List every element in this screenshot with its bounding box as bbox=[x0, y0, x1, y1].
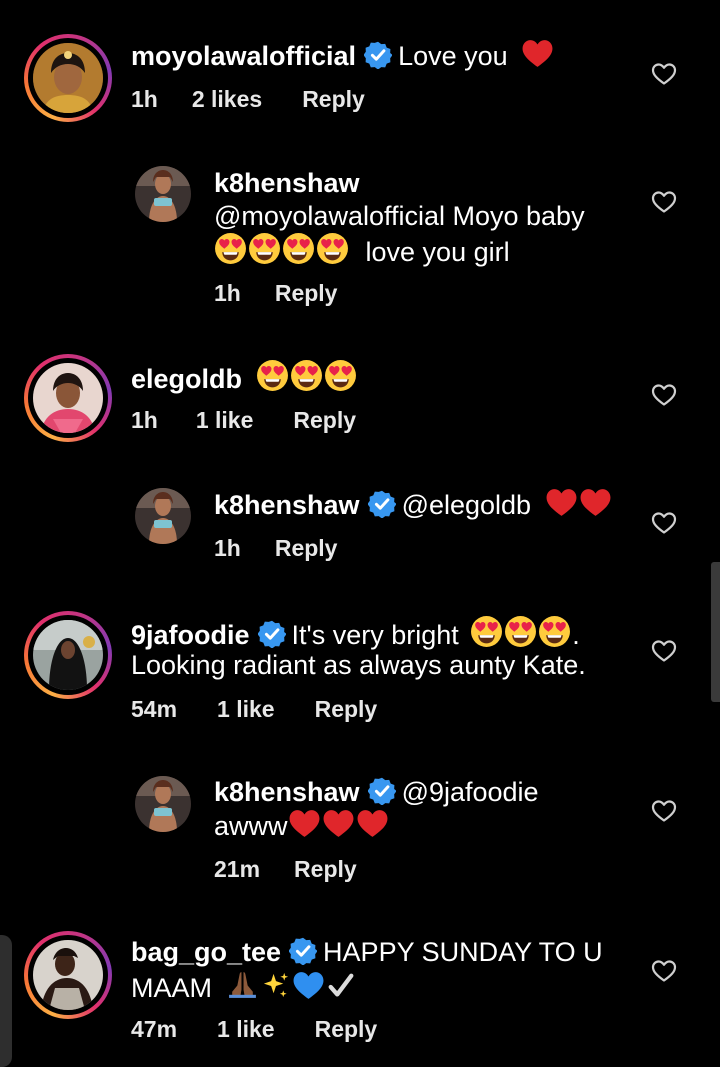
comment-time: 47m bbox=[131, 1016, 178, 1042]
likes-count[interactable]: 1 like bbox=[196, 407, 254, 434]
reply-button[interactable]: Reply bbox=[293, 407, 356, 434]
comment-text-period: . bbox=[572, 620, 580, 650]
avatar bbox=[33, 43, 103, 113]
heart-eyes-emoji-icon bbox=[470, 615, 503, 648]
comment-time: 1h bbox=[214, 280, 241, 306]
username[interactable]: k8henshaw bbox=[214, 777, 360, 807]
likes-count[interactable]: 1 like bbox=[217, 696, 275, 723]
verified-badge-icon bbox=[258, 620, 286, 648]
heart-eyes-emoji-icon bbox=[248, 232, 281, 265]
red-heart-emoji-icon bbox=[579, 487, 612, 518]
sparkles-emoji-icon bbox=[260, 970, 291, 1001]
back-gesture-edge[interactable] bbox=[0, 935, 12, 1067]
reply-button[interactable]: Reply bbox=[302, 86, 365, 113]
heart-eyes-emoji-icon bbox=[504, 615, 537, 648]
avatar-story-ring[interactable] bbox=[24, 931, 112, 1019]
avatar bbox=[33, 620, 103, 690]
username[interactable]: 9jafoodie bbox=[131, 620, 250, 650]
red-heart-emoji-icon bbox=[545, 487, 578, 518]
username[interactable]: bag_go_tee bbox=[131, 937, 281, 967]
red-heart-emoji-icon bbox=[322, 808, 355, 839]
likes-count[interactable]: 2 likes bbox=[192, 86, 262, 113]
heart-eyes-emoji-icon bbox=[256, 359, 289, 392]
reply-button[interactable]: Reply bbox=[294, 856, 357, 883]
comment-time: 21m bbox=[214, 856, 261, 882]
avatar[interactable] bbox=[135, 488, 191, 544]
verified-badge-icon bbox=[364, 41, 392, 69]
like-heart-icon[interactable] bbox=[651, 959, 677, 983]
comment-text-line2: love you girl bbox=[365, 237, 510, 267]
reply-button[interactable]: Reply bbox=[275, 280, 338, 307]
avatar bbox=[33, 363, 103, 433]
red-heart-emoji-icon bbox=[288, 808, 321, 839]
heart-eyes-emoji-icon bbox=[316, 232, 349, 265]
avatar-story-ring[interactable] bbox=[24, 611, 112, 699]
comment-time: 1h bbox=[131, 407, 158, 433]
comment-text-line2: MAAM bbox=[131, 973, 212, 1003]
avatar-story-ring[interactable] bbox=[24, 34, 112, 122]
reply-button[interactable]: Reply bbox=[315, 1016, 378, 1043]
heart-eyes-emoji-icon bbox=[324, 359, 357, 392]
username[interactable]: k8henshaw bbox=[214, 168, 360, 198]
comment-text-line2: awww bbox=[214, 811, 288, 841]
heart-eyes-emoji-icon bbox=[282, 232, 315, 265]
like-heart-icon[interactable] bbox=[651, 383, 677, 407]
comment-time: 1h bbox=[131, 86, 158, 112]
avatar bbox=[33, 940, 103, 1010]
scrollbar-thumb[interactable] bbox=[711, 562, 720, 702]
comment-text: @elegoldb bbox=[401, 490, 532, 520]
red-heart-emoji-icon bbox=[521, 38, 554, 69]
comment-text-line2: Looking radiant as always aunty Kate. bbox=[131, 650, 586, 680]
heart-eyes-emoji-icon bbox=[538, 615, 571, 648]
heart-eyes-emoji-icon bbox=[214, 232, 247, 265]
username[interactable]: elegoldb bbox=[131, 364, 242, 394]
comment-text: HAPPY SUNDAY TO U bbox=[323, 937, 603, 967]
likes-count[interactable]: 1 like bbox=[217, 1016, 275, 1043]
comment-text-line1: @moyolawalofficial Moyo baby bbox=[214, 201, 585, 231]
username[interactable]: k8henshaw bbox=[214, 490, 360, 520]
like-heart-icon[interactable] bbox=[651, 511, 677, 535]
avatar[interactable] bbox=[135, 166, 191, 222]
reply-button[interactable]: Reply bbox=[275, 535, 338, 562]
verified-badge-icon bbox=[368, 777, 396, 805]
like-heart-icon[interactable] bbox=[651, 799, 677, 823]
username[interactable]: moyolawalofficial bbox=[131, 41, 356, 71]
verified-badge-icon bbox=[368, 490, 396, 518]
like-heart-icon[interactable] bbox=[651, 62, 677, 86]
avatar-story-ring[interactable] bbox=[24, 354, 112, 442]
avatar[interactable] bbox=[135, 776, 191, 832]
like-heart-icon[interactable] bbox=[651, 190, 677, 214]
comment-time: 1h bbox=[214, 535, 241, 561]
folded-hands-emoji-icon bbox=[226, 968, 259, 1001]
reply-button[interactable]: Reply bbox=[315, 696, 378, 723]
comment-time: 54m bbox=[131, 696, 178, 722]
heart-eyes-emoji-icon bbox=[290, 359, 323, 392]
like-heart-icon[interactable] bbox=[651, 639, 677, 663]
check-mark-emoji-icon bbox=[326, 971, 356, 1001]
comment-text: Love you bbox=[398, 41, 508, 71]
red-heart-emoji-icon bbox=[356, 808, 389, 839]
verified-badge-icon bbox=[289, 937, 317, 965]
comment-text: It's very bright bbox=[291, 620, 459, 650]
comment-text: @9jafoodie bbox=[401, 777, 539, 807]
blue-heart-emoji-icon bbox=[292, 970, 325, 1001]
